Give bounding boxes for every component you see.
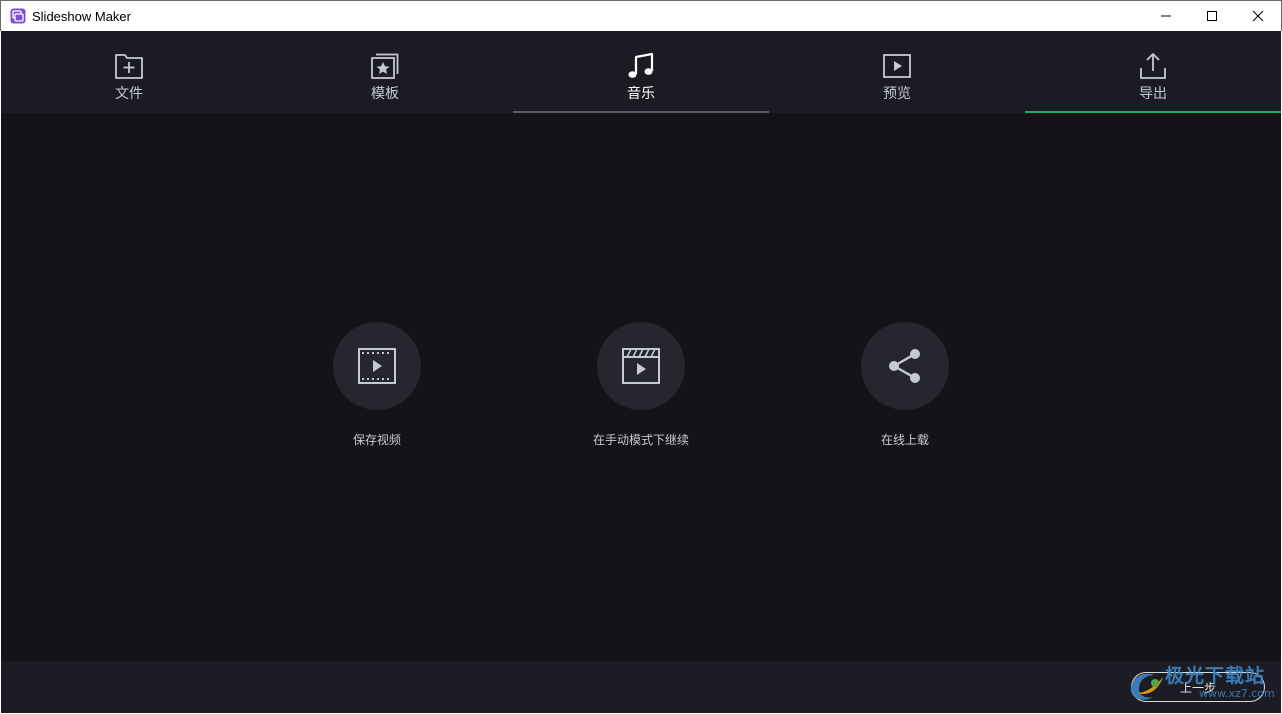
film-play-icon bbox=[358, 348, 396, 384]
maximize-button[interactable] bbox=[1189, 1, 1235, 31]
window-title: Slideshow Maker bbox=[32, 8, 131, 24]
tab-export[interactable]: 导出 bbox=[1025, 31, 1281, 113]
window-controls bbox=[1143, 1, 1281, 31]
share-icon bbox=[889, 349, 920, 383]
option-circle[interactable] bbox=[861, 322, 949, 410]
option-circle[interactable] bbox=[333, 322, 421, 410]
tab-preview[interactable]: 预览 bbox=[769, 31, 1025, 113]
save-video-option[interactable]: 保存视频 bbox=[297, 322, 457, 448]
manual-mode-label: 在手动模式下继续 bbox=[592, 433, 689, 447]
tab-label: 模板 bbox=[371, 86, 399, 102]
tab-label: 音乐 bbox=[627, 86, 655, 102]
export-options: 保存视频 在手动模式下继续 在线上载 bbox=[1, 113, 1281, 661]
folder-add-icon bbox=[115, 54, 143, 79]
save-video-label: 保存视频 bbox=[352, 433, 401, 447]
tab-file[interactable]: 文件 bbox=[1, 31, 257, 113]
footer-bar: 上一步 bbox=[1, 661, 1281, 713]
main-tabbar: 文件 模板 音乐 预览 导出 bbox=[1, 31, 1281, 113]
online-upload-option[interactable]: 在线上载 bbox=[825, 322, 985, 448]
upload-export-icon bbox=[1140, 53, 1166, 79]
tab-label: 文件 bbox=[115, 86, 143, 102]
online-upload-label: 在线上载 bbox=[880, 433, 929, 447]
close-icon bbox=[1252, 10, 1264, 22]
tab-template[interactable]: 模板 bbox=[257, 31, 513, 113]
tab-label: 导出 bbox=[1139, 86, 1167, 102]
tab-label: 预览 bbox=[883, 86, 911, 102]
option-circle[interactable] bbox=[597, 322, 685, 410]
play-preview-icon bbox=[883, 54, 911, 78]
clapperboard-icon bbox=[622, 348, 660, 384]
tab-music[interactable]: 音乐 bbox=[513, 31, 769, 113]
template-star-icon bbox=[371, 53, 399, 79]
title-bar: Slideshow Maker bbox=[0, 0, 1282, 31]
app-icon bbox=[10, 8, 26, 24]
app-body: 文件 模板 音乐 预览 导出 保存视频 在手动模式下继续 在线上载 上一步 bbox=[1, 31, 1281, 713]
close-button[interactable] bbox=[1235, 1, 1281, 31]
previous-step-button[interactable]: 上一步 bbox=[1131, 672, 1265, 702]
minimize-button[interactable] bbox=[1143, 1, 1189, 31]
manual-mode-option[interactable]: 在手动模式下继续 bbox=[561, 322, 721, 448]
music-note-icon bbox=[628, 52, 654, 78]
maximize-icon bbox=[1207, 11, 1217, 21]
minimize-icon bbox=[1161, 15, 1171, 17]
